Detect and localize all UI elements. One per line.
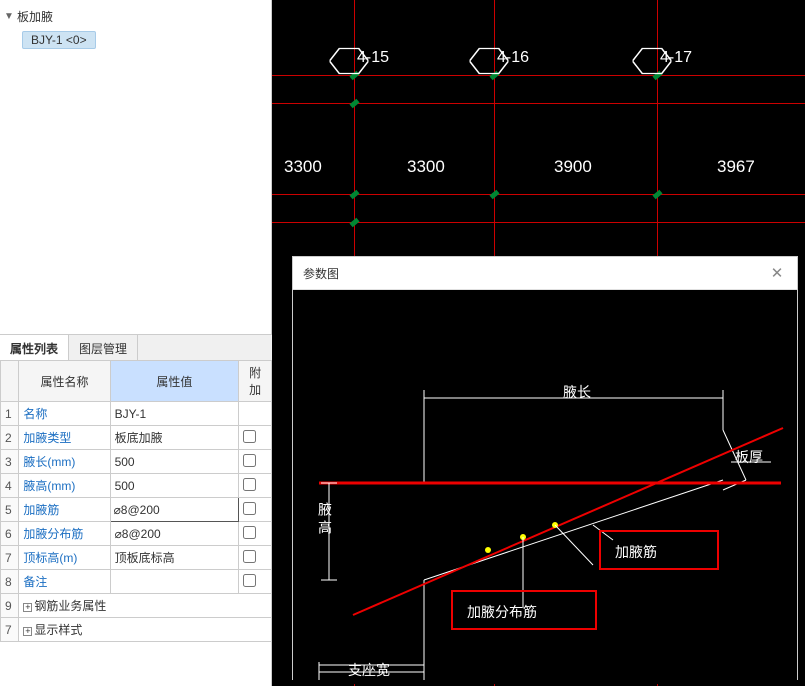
col-num (1, 361, 19, 402)
attr-name: 腋高(mm) (19, 474, 110, 498)
axis-label: 4-15 (334, 46, 389, 70)
attr-extra[interactable] (239, 450, 272, 474)
dimension-text: 3967 (717, 157, 755, 177)
attr-name: 腋长(mm) (19, 450, 110, 474)
tab-layers[interactable]: 图层管理 (69, 335, 138, 362)
table-row[interactable]: 1名称BJY-1 (1, 402, 272, 426)
attr-name: 顶标高(m) (19, 546, 110, 570)
label-box-jyj: 加腋筋 (599, 530, 719, 570)
label-zhizuo: 支座宽 (348, 660, 390, 680)
extra-checkbox[interactable] (243, 526, 256, 539)
property-tabs: 属性列表 图层管理 (0, 334, 272, 363)
attr-extra[interactable] (239, 402, 272, 426)
attr-value[interactable]: ⌀8@200 (110, 498, 239, 522)
attr-name: 加腋分布筋 (19, 522, 110, 546)
close-icon[interactable]: ✕ (767, 263, 787, 283)
row-number: 5 (1, 498, 19, 522)
table-row[interactable]: 5加腋筋⌀8@200 (1, 498, 272, 522)
left-panel: ▼ 板加腋 BJY-1 <0> 属性列表 图层管理 属性名称 属性值 附加 1名… (0, 0, 272, 686)
attr-name: 名称 (19, 402, 110, 426)
label-box-jyfbj: 加腋分布筋 (451, 590, 597, 630)
extra-checkbox[interactable] (243, 430, 256, 443)
row-number: 8 (1, 570, 19, 594)
row-number: 9 (1, 594, 19, 618)
col-value: 属性值 (110, 361, 239, 402)
attr-extra[interactable] (239, 426, 272, 450)
row-number: 7 (1, 546, 19, 570)
attr-value[interactable]: BJY-1 (110, 402, 239, 426)
tab-attributes[interactable]: 属性列表 (0, 335, 69, 363)
table-row[interactable]: 9+钢筋业务属性 (1, 594, 272, 618)
dimension-text: 3300 (284, 157, 322, 177)
dimension-text: 3300 (407, 157, 445, 177)
attr-value[interactable]: 板底加腋 (110, 426, 239, 450)
expand-icon[interactable]: + (23, 603, 32, 612)
extra-checkbox[interactable] (243, 550, 256, 563)
attr-extra[interactable] (239, 546, 272, 570)
parameter-diagram-dialog: 参数图 ✕ (292, 256, 798, 680)
hexagon-icon (330, 46, 369, 70)
extra-checkbox[interactable] (243, 574, 256, 587)
axis-label: 4-16 (474, 46, 529, 70)
attr-name: 加腋类型 (19, 426, 110, 450)
extra-checkbox[interactable] (243, 478, 256, 491)
label-yegao: 腋高 (315, 502, 335, 538)
attr-value[interactable]: 500 (110, 450, 239, 474)
hexagon-icon (470, 46, 509, 70)
table-row[interactable]: 2加腋类型板底加腋 (1, 426, 272, 450)
row-number: 7 (1, 618, 19, 642)
row-number: 3 (1, 450, 19, 474)
table-row[interactable]: 3腋长(mm)500 (1, 450, 272, 474)
attr-extra[interactable] (239, 474, 272, 498)
hexagon-icon (633, 46, 672, 70)
dialog-titlebar[interactable]: 参数图 ✕ (293, 257, 797, 290)
label-yechang: 腋长 (563, 382, 591, 402)
tree-item-bjy1[interactable]: BJY-1 <0> (22, 31, 96, 49)
component-tree: ▼ 板加腋 BJY-1 <0> (0, 0, 271, 55)
dimension-text: 3900 (554, 157, 592, 177)
axis-label: 4-17 (637, 46, 692, 70)
attr-name: +显示样式 (19, 618, 272, 642)
attr-name: +钢筋业务属性 (19, 594, 272, 618)
tree-root-label[interactable]: 板加腋 (17, 8, 53, 25)
extra-checkbox[interactable] (243, 454, 256, 467)
attr-extra[interactable] (239, 498, 272, 522)
label-banhou: 板厚 (735, 447, 763, 467)
attr-extra[interactable] (239, 570, 272, 594)
extra-checkbox[interactable] (243, 502, 256, 515)
attr-name: 加腋筋 (19, 498, 110, 522)
dialog-title: 参数图 (303, 265, 339, 282)
tree-caret-icon[interactable]: ▼ (4, 11, 14, 22)
attr-value[interactable]: ⌀8@200 (110, 522, 239, 546)
row-number: 2 (1, 426, 19, 450)
attr-value[interactable] (110, 570, 239, 594)
table-row[interactable]: 7+显示样式 (1, 618, 272, 642)
expand-icon[interactable]: + (23, 627, 32, 636)
row-number: 4 (1, 474, 19, 498)
col-name: 属性名称 (19, 361, 110, 402)
row-number: 1 (1, 402, 19, 426)
attr-value[interactable]: 顶板底标高 (110, 546, 239, 570)
attr-value[interactable]: 500 (110, 474, 239, 498)
table-row[interactable]: 4腋高(mm)500 (1, 474, 272, 498)
col-extra: 附加 (239, 361, 272, 402)
attr-name: 备注 (19, 570, 110, 594)
table-row[interactable]: 7顶标高(m)顶板底标高 (1, 546, 272, 570)
attr-extra[interactable] (239, 522, 272, 546)
table-row[interactable]: 6加腋分布筋⌀8@200 (1, 522, 272, 546)
attribute-table: 属性名称 属性值 附加 1名称BJY-12加腋类型板底加腋3腋长(mm)5004… (0, 360, 272, 642)
table-row[interactable]: 8备注 (1, 570, 272, 594)
diagram-canvas: 腋长 板厚 腋高 支座宽 加腋筋 加腋分布筋 (293, 290, 797, 684)
row-number: 6 (1, 522, 19, 546)
